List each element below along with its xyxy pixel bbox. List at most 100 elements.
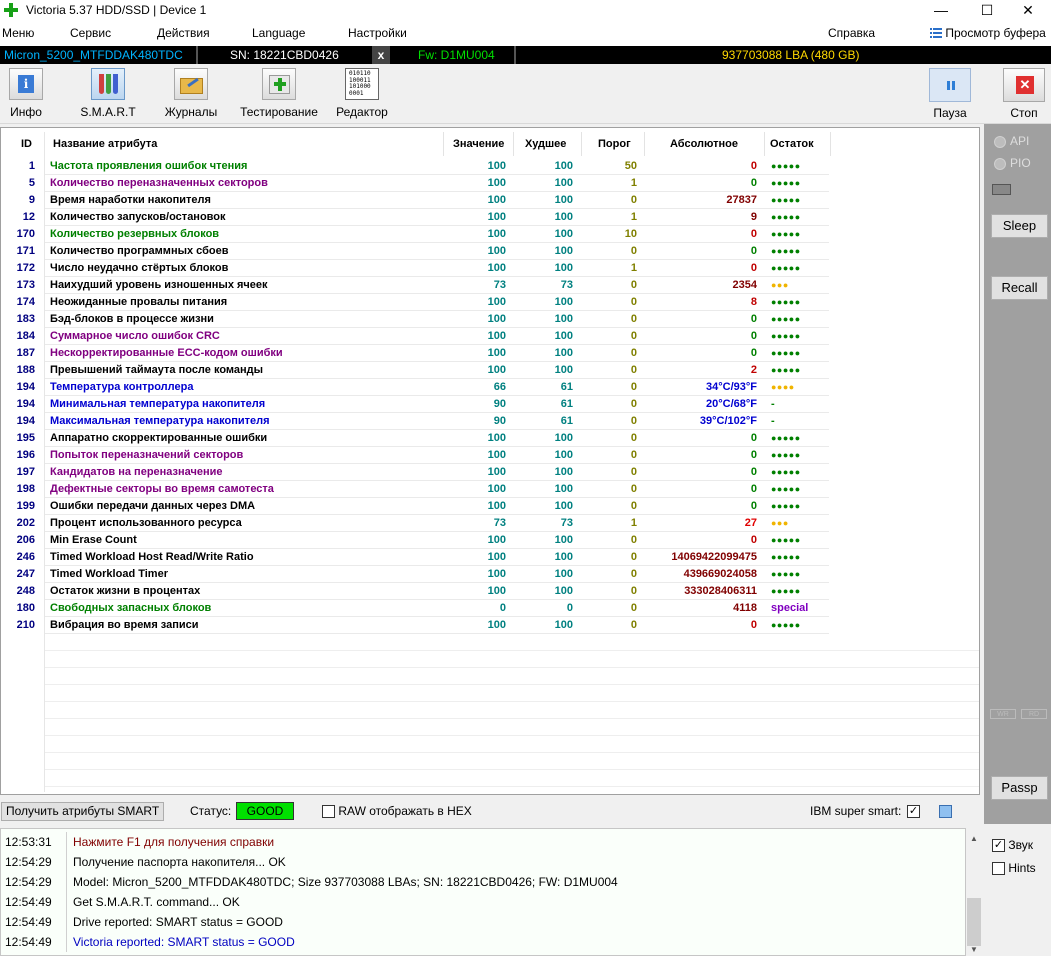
table-row[interactable]: 172 Число неудачно стёртых блоков 100 100 1 0… [1,260,979,277]
smart-table[interactable]: ID Название атрибута Значение Худшее Пор… [0,127,980,795]
table-row[interactable]: 248 Остаток жизни в процентах 100 100 0 33302… [1,583,979,600]
log-panel[interactable]: 12:53:31 Нажмите F1 для получения справки… [0,828,966,956]
log-message: Получение паспорта накопителя... OK [73,855,286,869]
get-smart-button[interactable]: Получить атрибуты SMART [1,802,165,821]
table-row[interactable]: 180 Свободных запасных блоков 0 0 0 4118 speci… [1,600,979,617]
table-row[interactable]: 247 Timed Workload Timer 100 100 0 4396690240… [1,566,979,583]
table-row[interactable]: 196 Попыток переназначений секторов 100 100… [1,447,979,464]
scroll-up-icon[interactable]: ▲ [970,834,978,843]
buffer-view-button[interactable]: Просмотр буфера [930,26,1046,40]
menu-item-settings[interactable]: Настройки [348,26,407,40]
table-row[interactable]: 188 Превышений таймаута после команды 100 1… [1,362,979,379]
table-row[interactable]: 194 Минимальная температура накопителя 90 6… [1,396,979,413]
cell-health: ●●●●● [771,450,801,460]
log-scrollbar[interactable]: ▲ ▼ [966,828,982,956]
log-time: 12:54:49 [5,935,52,949]
cell-value: 100 [487,500,506,512]
cell-id: 12 [22,211,35,223]
col-id[interactable]: ID [21,132,32,156]
cell-worst: 100 [554,211,573,223]
sound-checkbox[interactable]: ✓ Звук [992,838,1033,853]
table-row[interactable]: 246 Timed Workload Host Read/Write Ratio 1… [1,549,979,566]
table-row[interactable]: 206 Min Erase Count 100 100 0 0 ●●●●● [1,532,979,549]
cell-worst: 100 [554,262,573,274]
log-entry: 12:54:49 Drive reported: SMART status = G… [1,912,965,932]
cell-threshold: 0 [630,364,637,376]
info-button[interactable]: i Инфо [4,68,48,119]
editor-button[interactable]: 010110 100011 101000 0001 Редактор [334,68,390,119]
table-row[interactable]: 194 Температура контроллера 66 61 0 34°C/93°F… [1,379,979,396]
col-name[interactable]: Название атрибута [53,132,157,156]
cell-raw: 0 [750,228,757,240]
cell-threshold: 0 [630,534,637,546]
cell-worst: 73 [560,517,573,529]
cell-health: ●●●●● [771,246,801,256]
log-options: ✓ Звук Hints [984,828,1051,956]
log-message: Victoria reported: SMART status = GOOD [73,935,295,949]
scroll-down-icon[interactable]: ▼ [970,945,978,954]
table-row[interactable]: 1 Частота проявления ошибок чтения 100 100 5… [1,158,979,175]
logs-button[interactable]: Журналы [162,68,220,119]
cell-threshold: 0 [630,466,637,478]
menu-item-language[interactable]: Language [252,26,305,40]
cell-worst: 100 [554,432,573,444]
table-row[interactable]: 199 Ошибки передачи данных через DMA 100 10… [1,498,979,515]
ibm-super-smart-checkbox[interactable]: ✓ [907,805,920,818]
recall-button[interactable]: Recall [991,276,1048,300]
col-health[interactable]: Остаток [770,132,814,156]
table-row[interactable]: 197 Кандидатов на переназначение 100 100 0 0 ●… [1,464,979,481]
cell-worst: 100 [554,330,573,342]
col-threshold[interactable]: Порог [598,132,631,156]
close-button[interactable]: ✕ [1005,0,1051,22]
table-row[interactable]: 183 Бэд-блоков в процессе жизни 100 100 0 0 ●●… [1,311,979,328]
sleep-button[interactable]: Sleep [991,214,1048,238]
table-row[interactable]: 174 Неожиданные провалы питания 100 100 0 8 ●●… [1,294,979,311]
pio-radio[interactable]: PIO [994,156,1031,170]
api-radio[interactable]: API [994,134,1029,148]
table-row[interactable]: 194 Максимальная температура накопителя 90… [1,413,979,430]
test-button[interactable]: Тестирование [237,68,321,119]
cell-name: Число неудачно стёртых блоков [50,262,229,274]
col-raw[interactable]: Абсолютное [670,132,738,156]
device-serial: SN: 18221CBD0426 [230,48,339,62]
device-model[interactable]: Micron_5200_MTFDDAK480TDC [4,46,183,64]
raw-hex-checkbox[interactable]: RAW отображать в HEX [322,804,472,819]
cell-threshold: 0 [630,313,637,325]
table-row[interactable]: 12 Количество запусков/остановок 100 100 1 9 ●… [1,209,979,226]
menu-item-help[interactable]: Справка [828,26,875,40]
hints-checkbox[interactable]: Hints [992,861,1036,876]
menu-item-main[interactable]: Меню [2,26,34,40]
copy-info-x[interactable]: x [372,46,390,64]
menu-item-service[interactable]: Сервис [70,26,111,40]
table-row[interactable]: 195 Аппаратно скорректированные ошибки 100… [1,430,979,447]
checkbox-checked-icon: ✓ [992,839,1005,853]
cell-health: ●●●●● [771,569,801,579]
col-value[interactable]: Значение [453,132,504,156]
log-entry: 12:54:29 Получение паспорта накопителя...… [1,852,965,872]
menu-item-actions[interactable]: Действия [157,26,210,40]
cell-name: Свободных запасных блоков [50,602,212,614]
stop-button[interactable]: ✕ Стоп [1003,68,1045,120]
table-row[interactable]: 184 Суммарное число ошибок CRC 100 100 0 0 ●●●… [1,328,979,345]
maximize-button[interactable]: ☐ [964,0,1010,22]
log-entry: 12:54:49 Get S.M.A.R.T. command... OK [1,892,965,912]
smart-button[interactable]: S.M.A.R.T [80,68,136,119]
table-row[interactable]: 173 Наихудший уровень изношенных ячеек 73 7… [1,277,979,294]
scroll-thumb[interactable] [967,898,981,946]
table-row[interactable]: 170 Количество резервных блоков 100 100 10 0 ●… [1,226,979,243]
table-row[interactable]: 9 Время наработки накопителя 100 100 0 27837 ●… [1,192,979,209]
table-row[interactable]: 202 Процент использованного ресурса 73 73 1 2… [1,515,979,532]
col-worst[interactable]: Худшее [525,132,566,156]
table-row[interactable]: 187 Нескорректированные ECC-кодом ошибки 1… [1,345,979,362]
passp-button[interactable]: Passp [991,776,1048,800]
cell-health: ●●●●● [771,161,801,171]
table-row[interactable]: 198 Дефектные секторы во время самотеста 1… [1,481,979,498]
cell-value: 100 [487,568,506,580]
minimize-button[interactable]: — [918,0,964,22]
table-row[interactable]: 5 Количество переназначенных секторов 100 1… [1,175,979,192]
cell-health: ●●●●● [771,484,801,494]
table-row[interactable]: 210 Вибрация во время записи 100 100 0 0 ●●●●● [1,617,979,634]
table-row[interactable]: 171 Количество программных сбоев 100 100 0 0 ●… [1,243,979,260]
cell-health: ●●●●● [771,552,801,562]
pause-button[interactable]: Пауза [929,68,971,120]
